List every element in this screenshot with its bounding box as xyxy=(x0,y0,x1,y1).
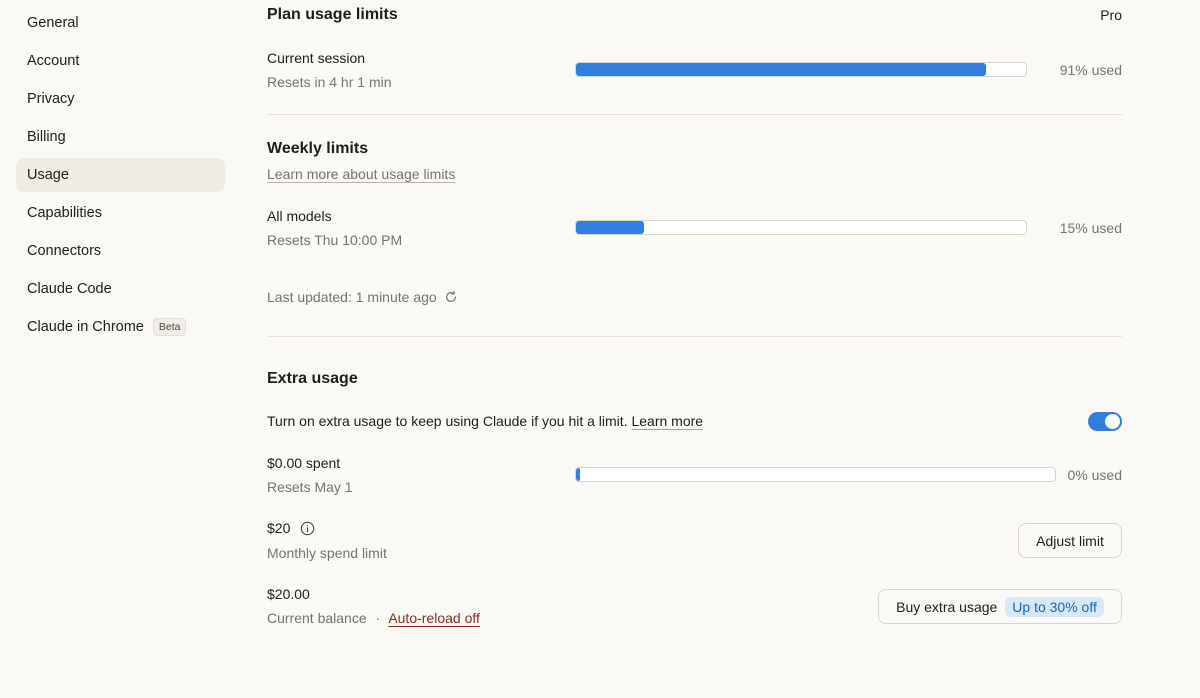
toggle-knob xyxy=(1105,414,1120,429)
extra-usage-description: Turn on extra usage to keep using Claude… xyxy=(267,413,628,429)
extra-usage-toggle[interactable] xyxy=(1088,412,1122,431)
all-models-used: 15% used xyxy=(1059,220,1122,236)
beta-badge: Beta xyxy=(152,318,187,336)
balance-label: Current balance xyxy=(267,610,367,626)
buy-extra-usage-label: Buy extra usage xyxy=(896,598,998,615)
extra-spent-progress-fill xyxy=(576,468,580,481)
extra-spent-used: 0% used xyxy=(1067,467,1122,483)
extra-spent-progress xyxy=(575,467,1056,482)
sidebar-item-usage[interactable]: Usage xyxy=(16,158,225,192)
discount-badge: Up to 30% off xyxy=(1005,596,1104,617)
info-icon[interactable] xyxy=(300,521,315,536)
sidebar-item-billing[interactable]: Billing xyxy=(16,120,225,154)
adjust-limit-button[interactable]: Adjust limit xyxy=(1018,523,1122,558)
settings-page: General Account Privacy Billing Usage Ca… xyxy=(0,0,1200,698)
sidebar-item-claude-in-chrome[interactable]: Claude in Chrome Beta xyxy=(16,310,225,344)
sidebar-item-capabilities[interactable]: Capabilities xyxy=(16,196,225,230)
separator: · xyxy=(375,610,381,626)
last-updated-text: Last updated: 1 minute ago xyxy=(267,289,437,305)
extra-usage-description-row: Turn on extra usage to keep using Claude… xyxy=(267,413,703,429)
extra-spent-reset: Resets May 1 xyxy=(267,479,353,495)
last-updated-row: Last updated: 1 minute ago xyxy=(267,289,458,305)
all-models-progress xyxy=(575,220,1027,235)
current-session-reset: Resets in 4 hr 1 min xyxy=(267,74,392,90)
sidebar-item-general[interactable]: General xyxy=(16,6,225,40)
weekly-limits-title: Weekly limits xyxy=(267,140,369,157)
plan-usage-title: Plan usage limits xyxy=(267,6,398,23)
plan-tier: Pro xyxy=(1100,7,1122,23)
divider xyxy=(267,114,1122,115)
sidebar-item-connectors[interactable]: Connectors xyxy=(16,234,225,268)
all-models-label: All models xyxy=(267,208,332,224)
all-models-progress-fill xyxy=(576,221,644,234)
balance-amount: $20.00 xyxy=(267,586,310,602)
extra-usage-title: Extra usage xyxy=(267,370,358,387)
buy-extra-usage-button[interactable]: Buy extra usage Up to 30% off xyxy=(878,589,1122,624)
sidebar-item-claude-code[interactable]: Claude Code xyxy=(16,272,225,306)
sidebar-item-privacy[interactable]: Privacy xyxy=(16,82,225,116)
auto-reload-link[interactable]: Auto-reload off xyxy=(388,610,480,626)
spend-limit-label: Monthly spend limit xyxy=(267,545,387,561)
refresh-icon[interactable] xyxy=(444,290,458,304)
current-session-progress xyxy=(575,62,1027,77)
divider xyxy=(267,336,1122,337)
extra-spent-label: $0.00 spent xyxy=(267,455,341,471)
current-session-progress-fill xyxy=(576,63,986,76)
extra-usage-learn-more-link[interactable]: Learn more xyxy=(631,413,703,429)
all-models-reset: Resets Thu 10:00 PM xyxy=(267,232,403,248)
current-session-used: 91% used xyxy=(1059,62,1122,78)
spend-limit-row: $20 xyxy=(267,520,315,536)
current-session-label: Current session xyxy=(267,50,366,66)
settings-sidebar: General Account Privacy Billing Usage Ca… xyxy=(16,6,225,348)
usage-panel: Plan usage limits Pro Current session Re… xyxy=(267,0,1122,698)
spend-limit-amount: $20 xyxy=(267,520,291,536)
sidebar-item-account[interactable]: Account xyxy=(16,44,225,78)
learn-more-usage-limits-link[interactable]: Learn more about usage limits xyxy=(267,166,455,182)
balance-row: Current balance · Auto-reload off xyxy=(267,610,480,626)
